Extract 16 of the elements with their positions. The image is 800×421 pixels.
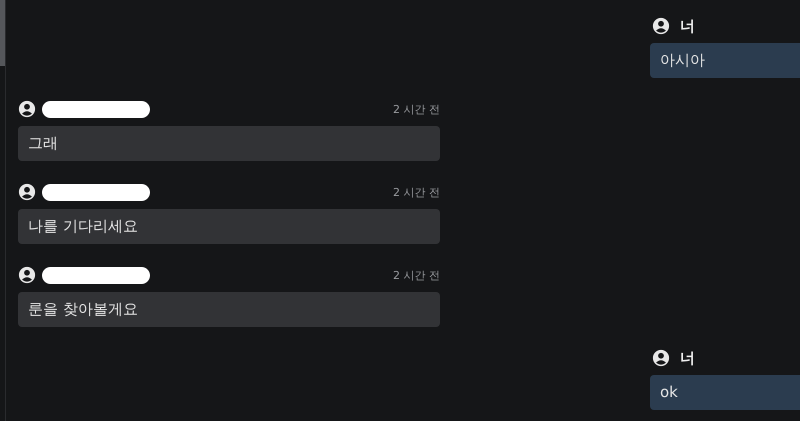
message-bubble: ok [650,375,800,410]
timestamp: 2 시간 전 [393,102,440,116]
user-avatar-icon [18,100,36,118]
message-bubble: 나를 기다리세요 [18,209,440,244]
user-avatar-icon [652,349,670,367]
timestamp: 2 시간 전 [393,184,440,200]
user-avatar-icon [18,266,36,284]
scrollbar[interactable] [0,0,5,66]
author-name: 너 [680,348,695,368]
author-name: 너 [680,16,695,36]
user-avatar-icon [652,17,670,35]
message-bubble: 그래 [18,126,440,161]
user-avatar-icon [18,183,36,201]
message-bubble: 아시아 [650,43,800,78]
timestamp: 2 시간 전 [393,268,440,282]
message-bubble: 룬을 찾아볼게요 [18,292,440,327]
